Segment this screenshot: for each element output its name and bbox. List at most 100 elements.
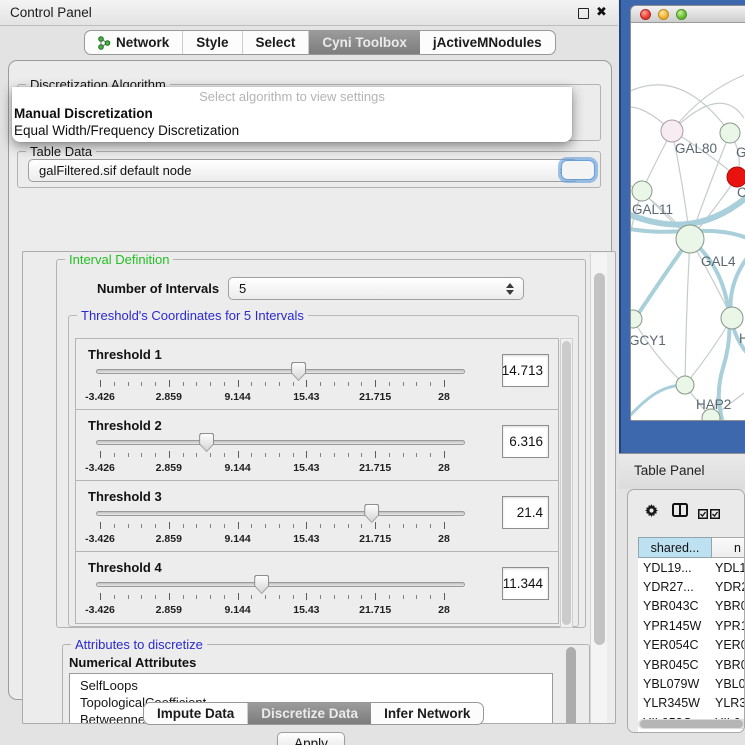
cell-name[interactable]: YER0 [712, 638, 745, 652]
settings-scrollbar-thumb[interactable] [594, 273, 605, 645]
tick-mark [279, 382, 280, 386]
column-header-name[interactable]: n [712, 537, 745, 558]
cell-shared-name[interactable]: YER054C [638, 638, 712, 652]
thresholds-scrollbar[interactable] [560, 338, 573, 628]
tab-impute-data[interactable]: Impute Data [144, 703, 248, 724]
threshold-value-field[interactable]: 14.713 [502, 354, 549, 387]
tick-label: 2.859 [156, 391, 182, 403]
threshold-row-1: Threshold 1-3.4262.8599.14415.4321.71528… [76, 339, 558, 410]
table-panel: shared... n YDL19...YDL1YDR27...YDR2YBR0… [627, 489, 745, 733]
split-columns-icon[interactable] [672, 503, 688, 522]
tab-discretize-data[interactable]: Discretize Data [248, 703, 371, 724]
tick-mark [210, 382, 211, 386]
cell-shared-name[interactable]: YDR27... [638, 580, 712, 594]
cell-name[interactable]: YLR3 [712, 696, 745, 710]
tick-mark [238, 451, 239, 458]
cell-shared-name[interactable]: YDL19... [638, 561, 712, 575]
popup-option-manual-discretization[interactable]: Manual Discretization [12, 105, 572, 122]
gear-icon[interactable] [644, 503, 659, 523]
table-row[interactable]: YBR045CYBR0 [638, 655, 745, 674]
tab-jactivemnodules[interactable]: jActiveMNodules [420, 31, 555, 54]
number-of-intervals-spinner[interactable]: 5 [228, 277, 524, 300]
threshold-slider-1[interactable]: -3.4262.8599.14415.4321.71528 [96, 365, 465, 407]
cell-shared-name[interactable]: YLR345W [638, 696, 712, 710]
table-data-combobox[interactable]: galFiltered.sif default node [28, 159, 578, 182]
cell-name[interactable]: YDR2 [712, 580, 745, 594]
attributes-scrollbar[interactable] [566, 647, 576, 724]
minimize-traffic-light-icon[interactable] [658, 9, 669, 20]
tick-mark [210, 595, 211, 599]
popup-option-equal-width-frequency[interactable]: Equal Width/Frequency Discretization [12, 122, 572, 139]
table-row[interactable]: YBR043CYBR0 [638, 597, 745, 616]
node-gal11[interactable] [632, 181, 652, 201]
slider-track[interactable] [96, 440, 465, 445]
table-data-value: galFiltered.sif default node [39, 163, 191, 178]
cell-shared-name[interactable]: YBR043C [638, 599, 712, 613]
slider-thumb[interactable] [291, 362, 306, 381]
checkbox-icon-2[interactable] [710, 506, 720, 524]
threshold-slider-4[interactable]: -3.4262.8599.14415.4321.71528 [96, 578, 465, 620]
tick-mark [210, 524, 211, 528]
algorithm-combobox[interactable] [561, 160, 595, 180]
column-header-shared-name[interactable]: shared... [638, 537, 712, 558]
tab-label-cyni-toolbox: Cyni Toolbox [322, 35, 407, 50]
close-icon[interactable]: ✖ [596, 4, 607, 20]
table-row[interactable]: YPR145WYPR1 [638, 616, 745, 635]
tick-mark [293, 524, 294, 528]
cell-name[interactable]: YPR1 [712, 619, 745, 633]
threshold-value-field[interactable]: 11.344 [502, 567, 549, 600]
slider-track[interactable] [96, 511, 465, 516]
tab-style[interactable]: Style [183, 31, 242, 54]
slider-track[interactable] [96, 369, 465, 374]
node-green-top[interactable] [720, 123, 740, 143]
table-horizontal-scrollbar[interactable] [638, 719, 745, 729]
checkbox-icon-1[interactable] [698, 506, 708, 524]
tick-label: 9.144 [224, 533, 250, 545]
node-red[interactable] [727, 167, 745, 187]
threshold-slider-3[interactable]: -3.4262.8599.14415.4321.71528 [96, 507, 465, 549]
threshold-list: Threshold 1-3.4262.8599.14415.4321.71528… [75, 338, 559, 624]
cell-name[interactable]: YBR0 [712, 658, 745, 672]
apply-button[interactable]: Apply [277, 732, 345, 745]
threshold-slider-2[interactable]: -3.4262.8599.14415.4321.71528 [96, 436, 465, 478]
table-row[interactable]: YDL19...YDL1 [638, 558, 745, 577]
threshold-label: Threshold 4 [88, 560, 162, 575]
node-hap2[interactable] [676, 376, 694, 394]
tick-label: -3.426 [85, 604, 115, 616]
cell-name[interactable]: YBL0 [712, 677, 745, 691]
close-traffic-light-icon[interactable] [640, 9, 651, 20]
attribute-item-selfloops[interactable]: SelfLoops [70, 677, 552, 694]
tick-label: 2.859 [156, 462, 182, 474]
threshold-value-field[interactable]: 6.316 [502, 425, 549, 458]
table-row[interactable]: YDR27...YDR2 [638, 577, 745, 596]
threshold-value-field[interactable]: 21.4 [502, 496, 549, 529]
tab-infer-network[interactable]: Infer Network [371, 703, 483, 724]
threshold-row-4: Threshold 4 -3.4262.8599.14415.4321.71528… [76, 552, 558, 623]
table-row[interactable]: YBL079WYBL0 [638, 674, 745, 693]
tick-mark [128, 595, 129, 599]
node-gal4[interactable] [676, 225, 704, 253]
cell-name[interactable]: YBR0 [712, 599, 745, 613]
tab-cyni-toolbox[interactable]: Cyni Toolbox [309, 31, 420, 54]
tab-network[interactable]: Network [85, 31, 183, 54]
node-right[interactable] [721, 307, 743, 329]
settings-scrollbar[interactable] [590, 253, 607, 723]
slider-thumb[interactable] [199, 433, 214, 452]
node-pink[interactable] [661, 120, 683, 142]
float-window-icon[interactable] [578, 8, 589, 19]
network-canvas[interactable]: GAL80GACGAL11GAL4GCY1HHAP2 [631, 23, 745, 421]
cell-name[interactable]: YDL1 [712, 561, 745, 575]
tab-select[interactable]: Select [243, 31, 310, 54]
table-row[interactable]: YLR345WYLR3 [638, 694, 745, 713]
slider-thumb[interactable] [254, 575, 269, 594]
table-row[interactable]: YER054CYER0 [638, 636, 745, 655]
slider-track[interactable] [96, 582, 465, 587]
cell-shared-name[interactable]: YBR045C [638, 658, 712, 672]
cell-shared-name[interactable]: YPR145W [638, 619, 712, 633]
slider-thumb[interactable] [364, 504, 379, 523]
tick-label: 9.144 [224, 462, 250, 474]
zoom-traffic-light-icon[interactable] [676, 9, 687, 20]
cell-shared-name[interactable]: YBL079W [638, 677, 712, 691]
tick-label: 21.715 [359, 391, 391, 403]
tick-mark [306, 522, 307, 529]
